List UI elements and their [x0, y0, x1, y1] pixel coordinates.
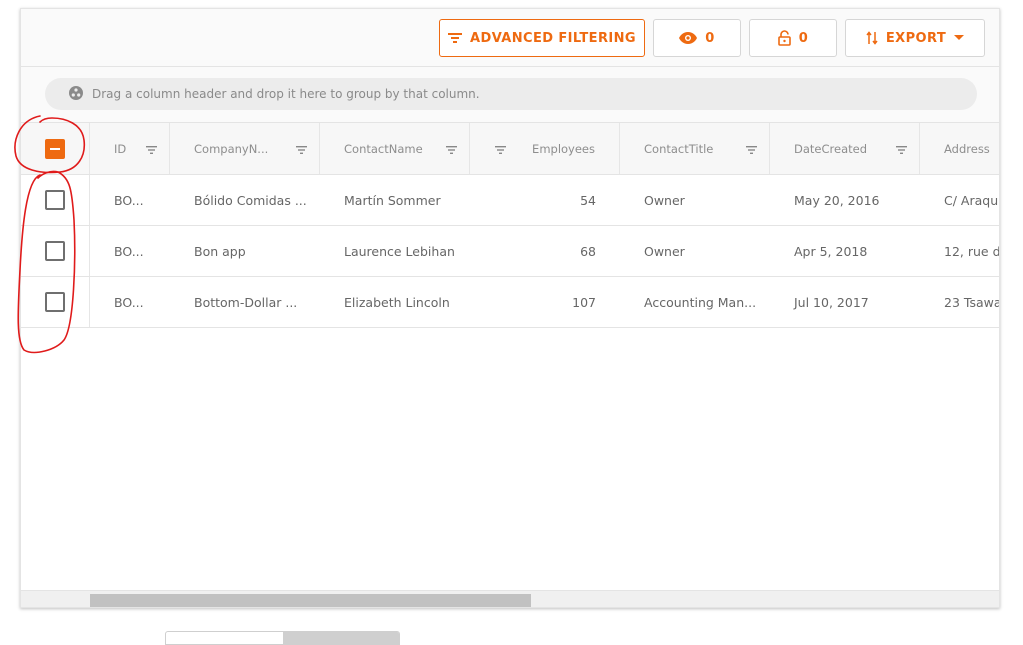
cell-employees[interactable]: 54 — [470, 175, 620, 225]
eye-icon — [679, 32, 698, 44]
pinned-columns-count: 0 — [798, 30, 809, 46]
caret-down-icon — [954, 35, 965, 41]
column-hiding-button[interactable]: 0 — [653, 19, 741, 57]
table-row[interactable]: BO... Bottom-Dollar ... Elizabeth Lincol… — [21, 277, 999, 328]
cell-id[interactable]: BO... — [90, 226, 170, 276]
advanced-filtering-label: ADVANCED FILTERING — [470, 30, 636, 46]
cell-address[interactable]: 12, rue des — [920, 226, 999, 276]
header-row: ID CompanyN... ContactName Employees Con… — [21, 123, 999, 175]
select-all-cell — [21, 123, 90, 174]
row-checkbox[interactable] — [45, 190, 65, 210]
row-checkbox[interactable] — [45, 292, 65, 312]
column-header-contact-name[interactable]: ContactName — [320, 123, 470, 174]
sort-arrows-icon — [866, 31, 878, 45]
lock-open-icon — [777, 30, 791, 46]
cell-company-name[interactable]: Bottom-Dollar ... — [170, 277, 320, 327]
row-checkbox[interactable] — [45, 241, 65, 261]
cell-contact-title[interactable]: Accounting Man... — [620, 277, 770, 327]
column-header-id[interactable]: ID — [90, 123, 170, 174]
filter-icon[interactable] — [896, 143, 907, 157]
cell-contact-name[interactable]: Elizabeth Lincoln — [320, 277, 470, 327]
group-by-area[interactable]: Drag a column header and drop it here to… — [21, 67, 999, 123]
column-header-company-name[interactable]: CompanyN... — [170, 123, 320, 174]
group-work-icon — [69, 85, 83, 103]
filter-icon[interactable] — [146, 143, 157, 157]
export-button[interactable]: EXPORT — [845, 19, 985, 57]
advanced-filtering-button[interactable]: ADVANCED FILTERING — [439, 19, 645, 57]
cell-contact-name[interactable]: Martín Sommer — [320, 175, 470, 225]
cell-employees[interactable]: 68 — [470, 226, 620, 276]
cell-date-created[interactable]: Jul 10, 2017 — [770, 277, 920, 327]
column-header-address[interactable]: Address — [920, 123, 999, 174]
table-row[interactable]: BO... Bólido Comidas ... Martín Sommer 5… — [21, 175, 999, 226]
row-select-cell — [21, 277, 90, 327]
cell-date-created[interactable]: Apr 5, 2018 — [770, 226, 920, 276]
cell-contact-name[interactable]: Laurence Lebihan — [320, 226, 470, 276]
table-row[interactable]: BO... Bon app Laurence Lebihan 68 Owner … — [21, 226, 999, 277]
column-header-employees[interactable]: Employees — [470, 123, 620, 174]
paginator-toggle-selected[interactable] — [283, 632, 399, 644]
row-select-cell — [21, 175, 90, 225]
data-grid: ADVANCED FILTERING 0 0 EXPORT Drag a col… — [20, 8, 1000, 608]
filter-icon[interactable] — [446, 143, 457, 157]
cell-address[interactable]: C/ Araquil, — [920, 175, 999, 225]
cell-id[interactable]: BO... — [90, 175, 170, 225]
group-by-drop-zone[interactable]: Drag a column header and drop it here to… — [45, 78, 977, 110]
filter-icon[interactable] — [495, 143, 506, 157]
cell-contact-title[interactable]: Owner — [620, 226, 770, 276]
cell-id[interactable]: BO... — [90, 277, 170, 327]
group-by-hint: Drag a column header and drop it here to… — [92, 87, 480, 101]
cell-employees[interactable]: 107 — [470, 277, 620, 327]
filter-icon[interactable] — [746, 143, 757, 157]
cell-company-name[interactable]: Bólido Comidas ... — [170, 175, 320, 225]
select-all-checkbox[interactable] — [45, 138, 65, 159]
column-pinning-button[interactable]: 0 — [749, 19, 837, 57]
cell-date-created[interactable]: May 20, 2016 — [770, 175, 920, 225]
filter-icon[interactable] — [296, 143, 307, 157]
column-header-date-created[interactable]: DateCreated — [770, 123, 920, 174]
paginator-toggle[interactable] — [165, 631, 400, 645]
horizontal-scrollbar[interactable] — [21, 590, 999, 607]
cell-contact-title[interactable]: Owner — [620, 175, 770, 225]
cell-company-name[interactable]: Bon app — [170, 226, 320, 276]
hidden-columns-count: 0 — [705, 30, 715, 46]
row-select-cell — [21, 226, 90, 276]
grid-toolbar: ADVANCED FILTERING 0 0 EXPORT — [21, 9, 999, 67]
export-label: EXPORT — [885, 30, 947, 46]
cell-address[interactable]: 23 Tsawass — [920, 277, 999, 327]
scrollbar-thumb[interactable] — [90, 594, 531, 607]
column-header-contact-title[interactable]: ContactTitle — [620, 123, 770, 174]
filter-icon — [448, 32, 463, 44]
